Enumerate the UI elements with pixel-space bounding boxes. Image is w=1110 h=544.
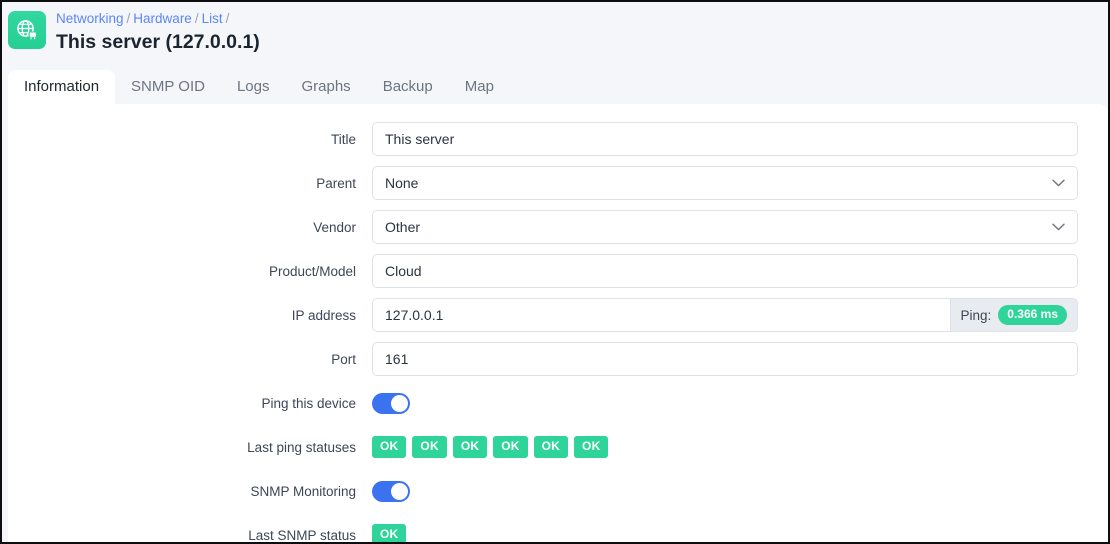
title-input[interactable]	[372, 122, 1078, 156]
parent-select[interactable]: None	[372, 166, 1078, 200]
label-last-ping-statuses: Last ping statuses	[247, 439, 356, 455]
breadcrumb-link-hardware[interactable]: Hardware	[133, 11, 192, 26]
form-row-vendor: Vendor Other	[8, 210, 1108, 244]
breadcrumb: Networking / Hardware / List /	[56, 10, 260, 27]
chevron-down-icon	[1052, 167, 1065, 199]
app-window: Networking / Hardware / List / This server (1…	[0, 0, 1110, 544]
label-port: Port	[331, 351, 356, 367]
globe-network-icon	[8, 11, 46, 49]
form-row-ip-address: IP address Ping: 0.366 ms	[8, 298, 1108, 332]
status-badge: OK	[412, 436, 447, 458]
status-badge: OK	[574, 436, 609, 458]
tab-backup[interactable]: Backup	[367, 70, 449, 104]
tab-information[interactable]: Information	[8, 70, 116, 104]
ping-latency-badge: 0.366 ms	[998, 305, 1067, 325]
breadcrumb-link-list[interactable]: List	[202, 11, 223, 26]
toggle-knob	[391, 394, 408, 412]
tab-bar: Information SNMP OID Logs Graphs Backup …	[2, 70, 1108, 104]
last-snmp-status-list: OK	[372, 524, 407, 542]
form-row-parent: Parent None	[8, 166, 1108, 200]
parent-select-value: None	[385, 175, 419, 191]
form-row-last-snmp-status: Last SNMP status OK	[8, 518, 1108, 543]
breadcrumb-link-networking[interactable]: Networking	[56, 11, 124, 26]
label-ping-this-device: Ping this device	[261, 395, 356, 411]
tab-map[interactable]: Map	[449, 70, 510, 104]
form-row-product-model: Product/Model	[8, 254, 1108, 288]
ip-address-input-group: Ping: 0.366 ms	[372, 298, 1078, 332]
product-model-input[interactable]	[372, 254, 1078, 288]
form-row-ping-this-device: Ping this device	[8, 386, 1108, 420]
toggle-knob	[391, 482, 408, 500]
status-badge: OK	[452, 436, 488, 458]
snmp-monitoring-toggle[interactable]	[372, 480, 410, 502]
label-vendor: Vendor	[313, 219, 356, 235]
breadcrumb-separator: /	[194, 11, 199, 26]
label-last-snmp-status: Last SNMP status	[248, 527, 356, 543]
page-title: This server (127.0.0.1)	[56, 31, 260, 53]
tab-graphs[interactable]: Graphs	[285, 70, 366, 104]
form-row-title: Title	[8, 122, 1108, 156]
label-product-model: Product/Model	[268, 263, 356, 279]
form-row-port: Port	[8, 342, 1108, 376]
page-header: Networking / Hardware / List / This server (1…	[2, 2, 1108, 70]
ping-this-device-toggle[interactable]	[372, 392, 410, 414]
label-title: Title	[330, 131, 356, 147]
ping-addon-label: Ping:	[960, 307, 992, 323]
tab-logs[interactable]: Logs	[221, 70, 286, 104]
device-information-form: Title Parent None	[8, 104, 1108, 543]
vendor-select[interactable]: Other	[372, 210, 1078, 244]
ping-addon: Ping: 0.366 ms	[949, 298, 1078, 332]
label-snmp-monitoring: SNMP Monitoring	[250, 483, 356, 499]
status-badge: OK	[533, 436, 569, 458]
last-ping-status-list: OK OK OK OK OK OK	[372, 436, 609, 458]
label-ip-address: IP address	[291, 307, 356, 323]
information-panel: Title Parent None	[8, 104, 1108, 543]
ip-address-input[interactable]	[372, 298, 950, 332]
tab-snmp-oid[interactable]: SNMP OID	[115, 70, 221, 104]
form-row-last-ping-statuses: Last ping statuses OK OK OK OK OK OK	[8, 430, 1108, 464]
status-badge: OK	[372, 524, 407, 542]
chevron-down-icon	[1052, 211, 1065, 243]
vendor-select-value: Other	[385, 219, 421, 235]
label-parent: Parent	[316, 175, 356, 191]
breadcrumb-separator: /	[126, 11, 131, 26]
status-badge: OK	[493, 436, 528, 458]
port-input[interactable]	[372, 342, 1078, 376]
form-row-snmp-monitoring: SNMP Monitoring	[8, 474, 1108, 508]
status-badge: OK	[372, 436, 407, 458]
breadcrumb-separator: /	[225, 11, 230, 26]
